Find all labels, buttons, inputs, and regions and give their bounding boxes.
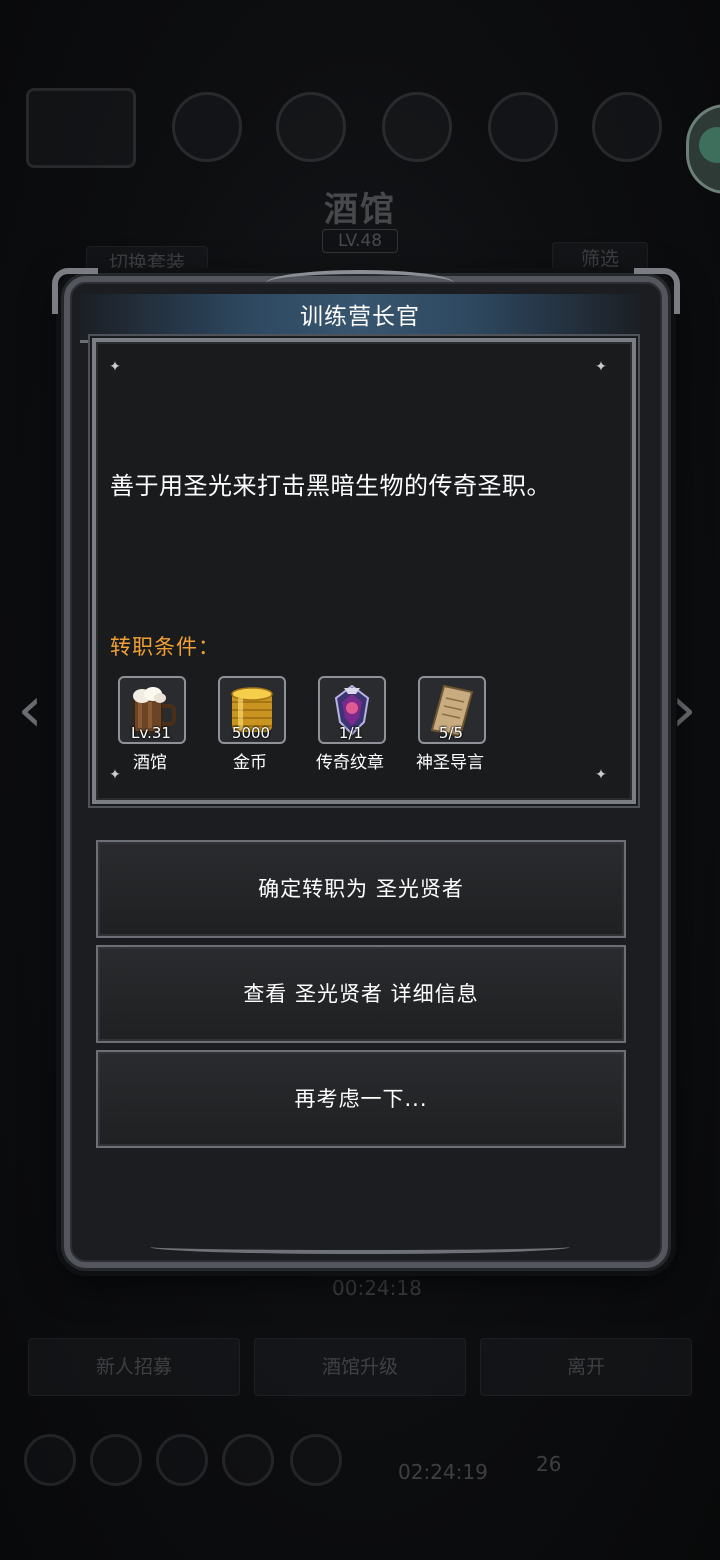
dialog-title: 训练营长官 (300, 304, 420, 330)
confirm-button-label: 确定转职为 圣光贤者 (258, 877, 464, 901)
requirement-name: 神圣导言 (416, 753, 484, 773)
confirm-job-change-button[interactable]: 确定转职为 圣光贤者 (96, 840, 626, 938)
requirement-name: 酒馆 (133, 753, 167, 773)
requirement-value: 5000 (231, 724, 271, 742)
sparkle-icon: ✦ (595, 767, 607, 783)
tavern-title: 酒馆 (324, 190, 396, 230)
sparkle-icon: ✦ (109, 359, 121, 375)
tavern-level-badge: LV.48 (322, 229, 398, 253)
conditions-label: 转职条件： (110, 635, 220, 659)
bottom-icon-3[interactable] (156, 1434, 208, 1486)
bottom-icon-5[interactable] (290, 1434, 342, 1486)
bottom-icon-1[interactable] (24, 1434, 76, 1486)
game-screen: 酒馆 LV.48 切换套装 筛选 00:24:18 新人招募 酒馆升级 离开 0… (0, 0, 720, 1560)
class-icon-fire[interactable] (172, 92, 242, 162)
building-timer: 02:24:19 (398, 1460, 488, 1484)
reconsider-button-label: 再考虑一下... (294, 1087, 428, 1111)
requirement-name: 金币 (233, 753, 267, 773)
class-icon-blade[interactable] (382, 92, 452, 162)
requirement-name: 传奇纹章 (316, 753, 384, 773)
reconsider-button[interactable]: 再考虑一下... (96, 1050, 626, 1148)
requirement-tavern[interactable]: Lv.31 酒馆 (112, 676, 192, 773)
requirement-value: 1/1 (338, 724, 364, 742)
switch-outfit-button[interactable]: 切换套装 (86, 246, 208, 280)
menu-icon[interactable] (26, 88, 136, 168)
class-icon-wind[interactable] (592, 92, 662, 162)
class-icon-water[interactable] (488, 92, 558, 162)
dialog-bottom-ornament (150, 1240, 570, 1254)
requirement-value: 5/5 (438, 724, 464, 742)
next-arrow-icon[interactable]: › (664, 678, 704, 742)
bottom-icon-4[interactable] (222, 1434, 274, 1486)
class-icon-shield[interactable] (276, 92, 346, 162)
previous-arrow-icon[interactable]: ‹ (10, 678, 50, 742)
requirement-scroll[interactable]: 5/5 神圣导言 (412, 676, 492, 773)
requirement-value: Lv.31 (131, 724, 171, 742)
view-details-button[interactable]: 查看 圣光贤者 详细信息 (96, 945, 626, 1043)
gem-count: 26 (536, 1452, 562, 1476)
sparkle-icon: ✦ (595, 359, 607, 375)
dialog-title-bar: 训练营长官 (80, 294, 640, 343)
details-button-label: 查看 圣光贤者 详细信息 (243, 982, 479, 1006)
new-recruit-button[interactable]: 新人招募 (28, 1338, 240, 1396)
requirement-emblem[interactable]: 1/1 传奇纹章 (312, 676, 392, 773)
requirement-gold[interactable]: 5000 金币 (212, 676, 292, 773)
bottom-icon-2[interactable] (90, 1434, 142, 1486)
leave-button[interactable]: 离开 (480, 1338, 692, 1396)
class-description: 善于用圣光来打击黑暗生物的传奇圣职。 (110, 472, 551, 500)
dialog-crest-ornament (266, 270, 454, 296)
tavern-upgrade-button[interactable]: 酒馆升级 (254, 1338, 466, 1396)
recruit-timer: 00:24:18 (332, 1276, 422, 1300)
